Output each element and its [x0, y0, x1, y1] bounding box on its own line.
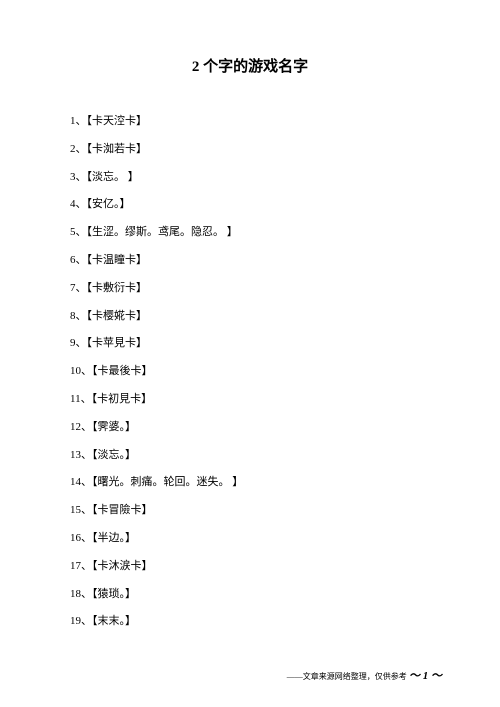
list-item: 18、【猿琐。】	[70, 587, 430, 601]
list-item: 16、【半边。】	[70, 531, 430, 545]
list-item: 7、【卡敷衍卡】	[70, 281, 430, 295]
list-item: 6、【卡温瞳卡】	[70, 253, 430, 267]
footer-page-number: ～ 1 ～	[409, 670, 442, 682]
list-item: 2、【卡洳若卡】	[70, 142, 430, 156]
list-item: 15、【卡冒險卡】	[70, 503, 430, 517]
page-title: 2 个字的游戏名字	[70, 55, 430, 76]
list-item: 9、【卡苹見卡】	[70, 336, 430, 350]
list-item: 12、【霁婆。】	[70, 420, 430, 434]
page-footer: ——文章来源网络整理，仅供参考 ～ 1 ～	[287, 667, 442, 683]
name-list: 1、【卡天涳卡】 2、【卡洳若卡】 3、【淡忘。 】 4、【安亿。】 5、【生涩…	[70, 114, 430, 629]
list-item: 8、【卡樱婲卡】	[70, 309, 430, 323]
list-item: 3、【淡忘。 】	[70, 170, 430, 184]
list-item: 1、【卡天涳卡】	[70, 114, 430, 128]
list-item: 17、【卡沐涙卡】	[70, 559, 430, 573]
list-item: 14、【曙光。刺痛。轮回。迷失。 】	[70, 475, 430, 489]
footer-source: ——文章来源网络整理，仅供参考	[287, 672, 407, 681]
list-item: 10、【卡最後卡】	[70, 364, 430, 378]
list-item: 11、【卡初見卡】	[70, 392, 430, 406]
list-item: 19、【末末。】	[70, 614, 430, 628]
list-item: 13、【淡忘。】	[70, 448, 430, 462]
list-item: 4、【安亿。】	[70, 197, 430, 211]
list-item: 5、【生涩。缪斯。鸢尾。隐忍。 】	[70, 225, 430, 239]
